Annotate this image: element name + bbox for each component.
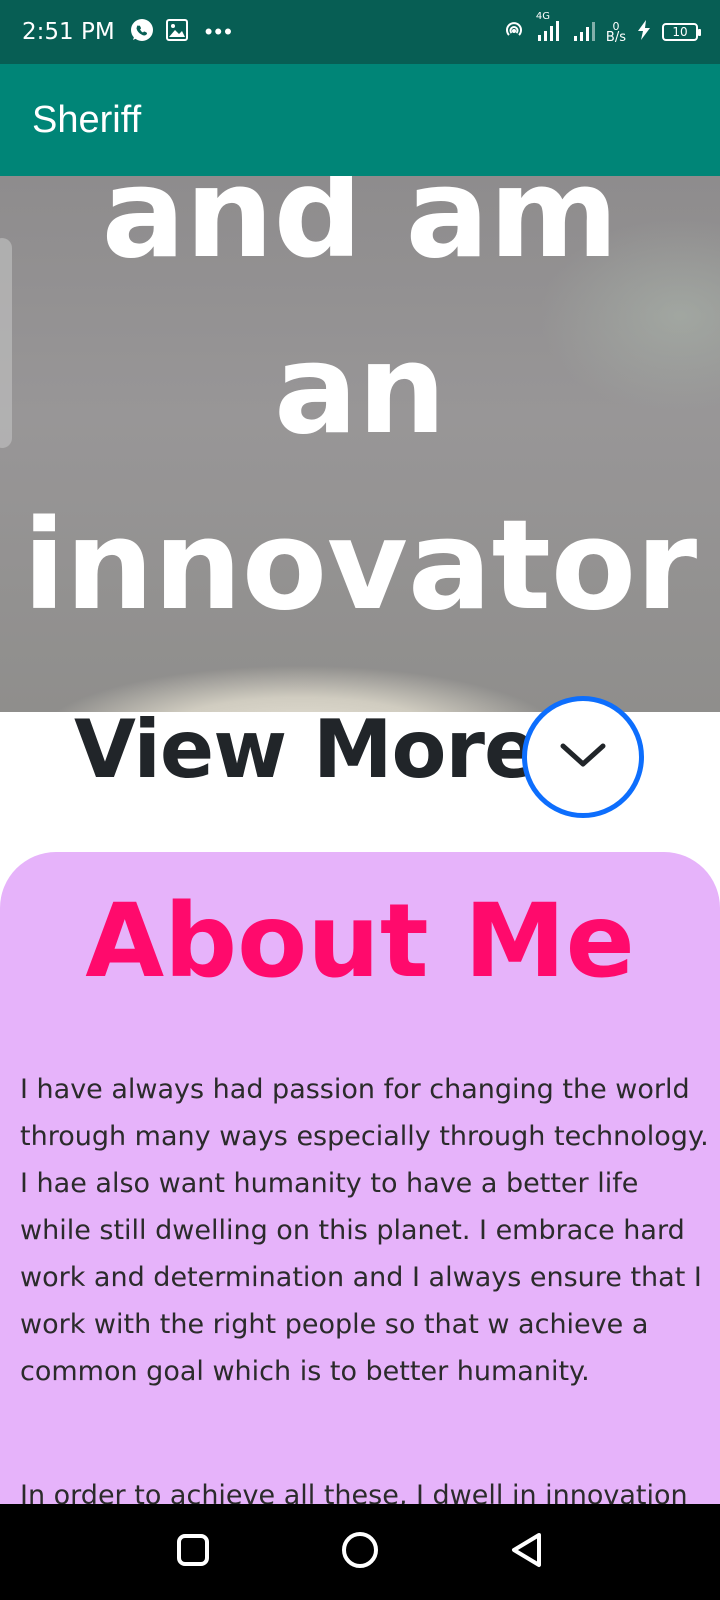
hotspot-icon	[502, 18, 526, 46]
view-more-button[interactable]	[522, 696, 644, 818]
home-button[interactable]	[330, 1522, 390, 1582]
notification-icons: •••	[129, 17, 234, 48]
about-title: About Me	[85, 882, 635, 1001]
battery-icon: 10	[662, 23, 701, 41]
charging-icon	[636, 19, 652, 45]
system-status-icons: 4G 0 B/s 10	[502, 11, 701, 47]
recent-apps-button[interactable]	[163, 1522, 223, 1582]
about-paragraph: I have always had passion for changing t…	[20, 1074, 709, 1387]
home-icon	[340, 1530, 380, 1575]
more-dots-icon: •••	[204, 19, 234, 44]
hero-line: an	[274, 318, 446, 462]
back-button[interactable]	[497, 1522, 557, 1582]
hero-line: innovator	[22, 494, 698, 638]
back-icon	[508, 1531, 546, 1574]
status-bar: 2:51 PM ••• 4G 0 B/s 10	[0, 0, 720, 64]
hero-text: and am an innovator	[0, 176, 720, 654]
gallery-icon	[165, 18, 189, 47]
chevron-down-icon	[559, 740, 607, 775]
data-rate: 0 B/s	[605, 21, 626, 45]
about-section: About Me I have always had passion for c…	[0, 852, 720, 1512]
signal-icon-2	[572, 18, 596, 46]
signal-icon: 4G	[536, 11, 562, 47]
hero-banner: and am an innovator	[0, 176, 720, 712]
app-bar: Sheriff	[0, 64, 720, 176]
hero-line: and am	[101, 176, 619, 286]
view-more-label: View More	[74, 703, 538, 796]
system-nav-bar	[0, 1504, 720, 1600]
data-rate-unit: B/s	[605, 30, 626, 45]
recent-apps-icon	[175, 1532, 211, 1573]
status-time: 2:51 PM	[22, 19, 115, 45]
network-type: 4G	[535, 11, 551, 22]
app-title: Sheriff	[32, 98, 142, 141]
whatsapp-icon	[129, 17, 155, 48]
